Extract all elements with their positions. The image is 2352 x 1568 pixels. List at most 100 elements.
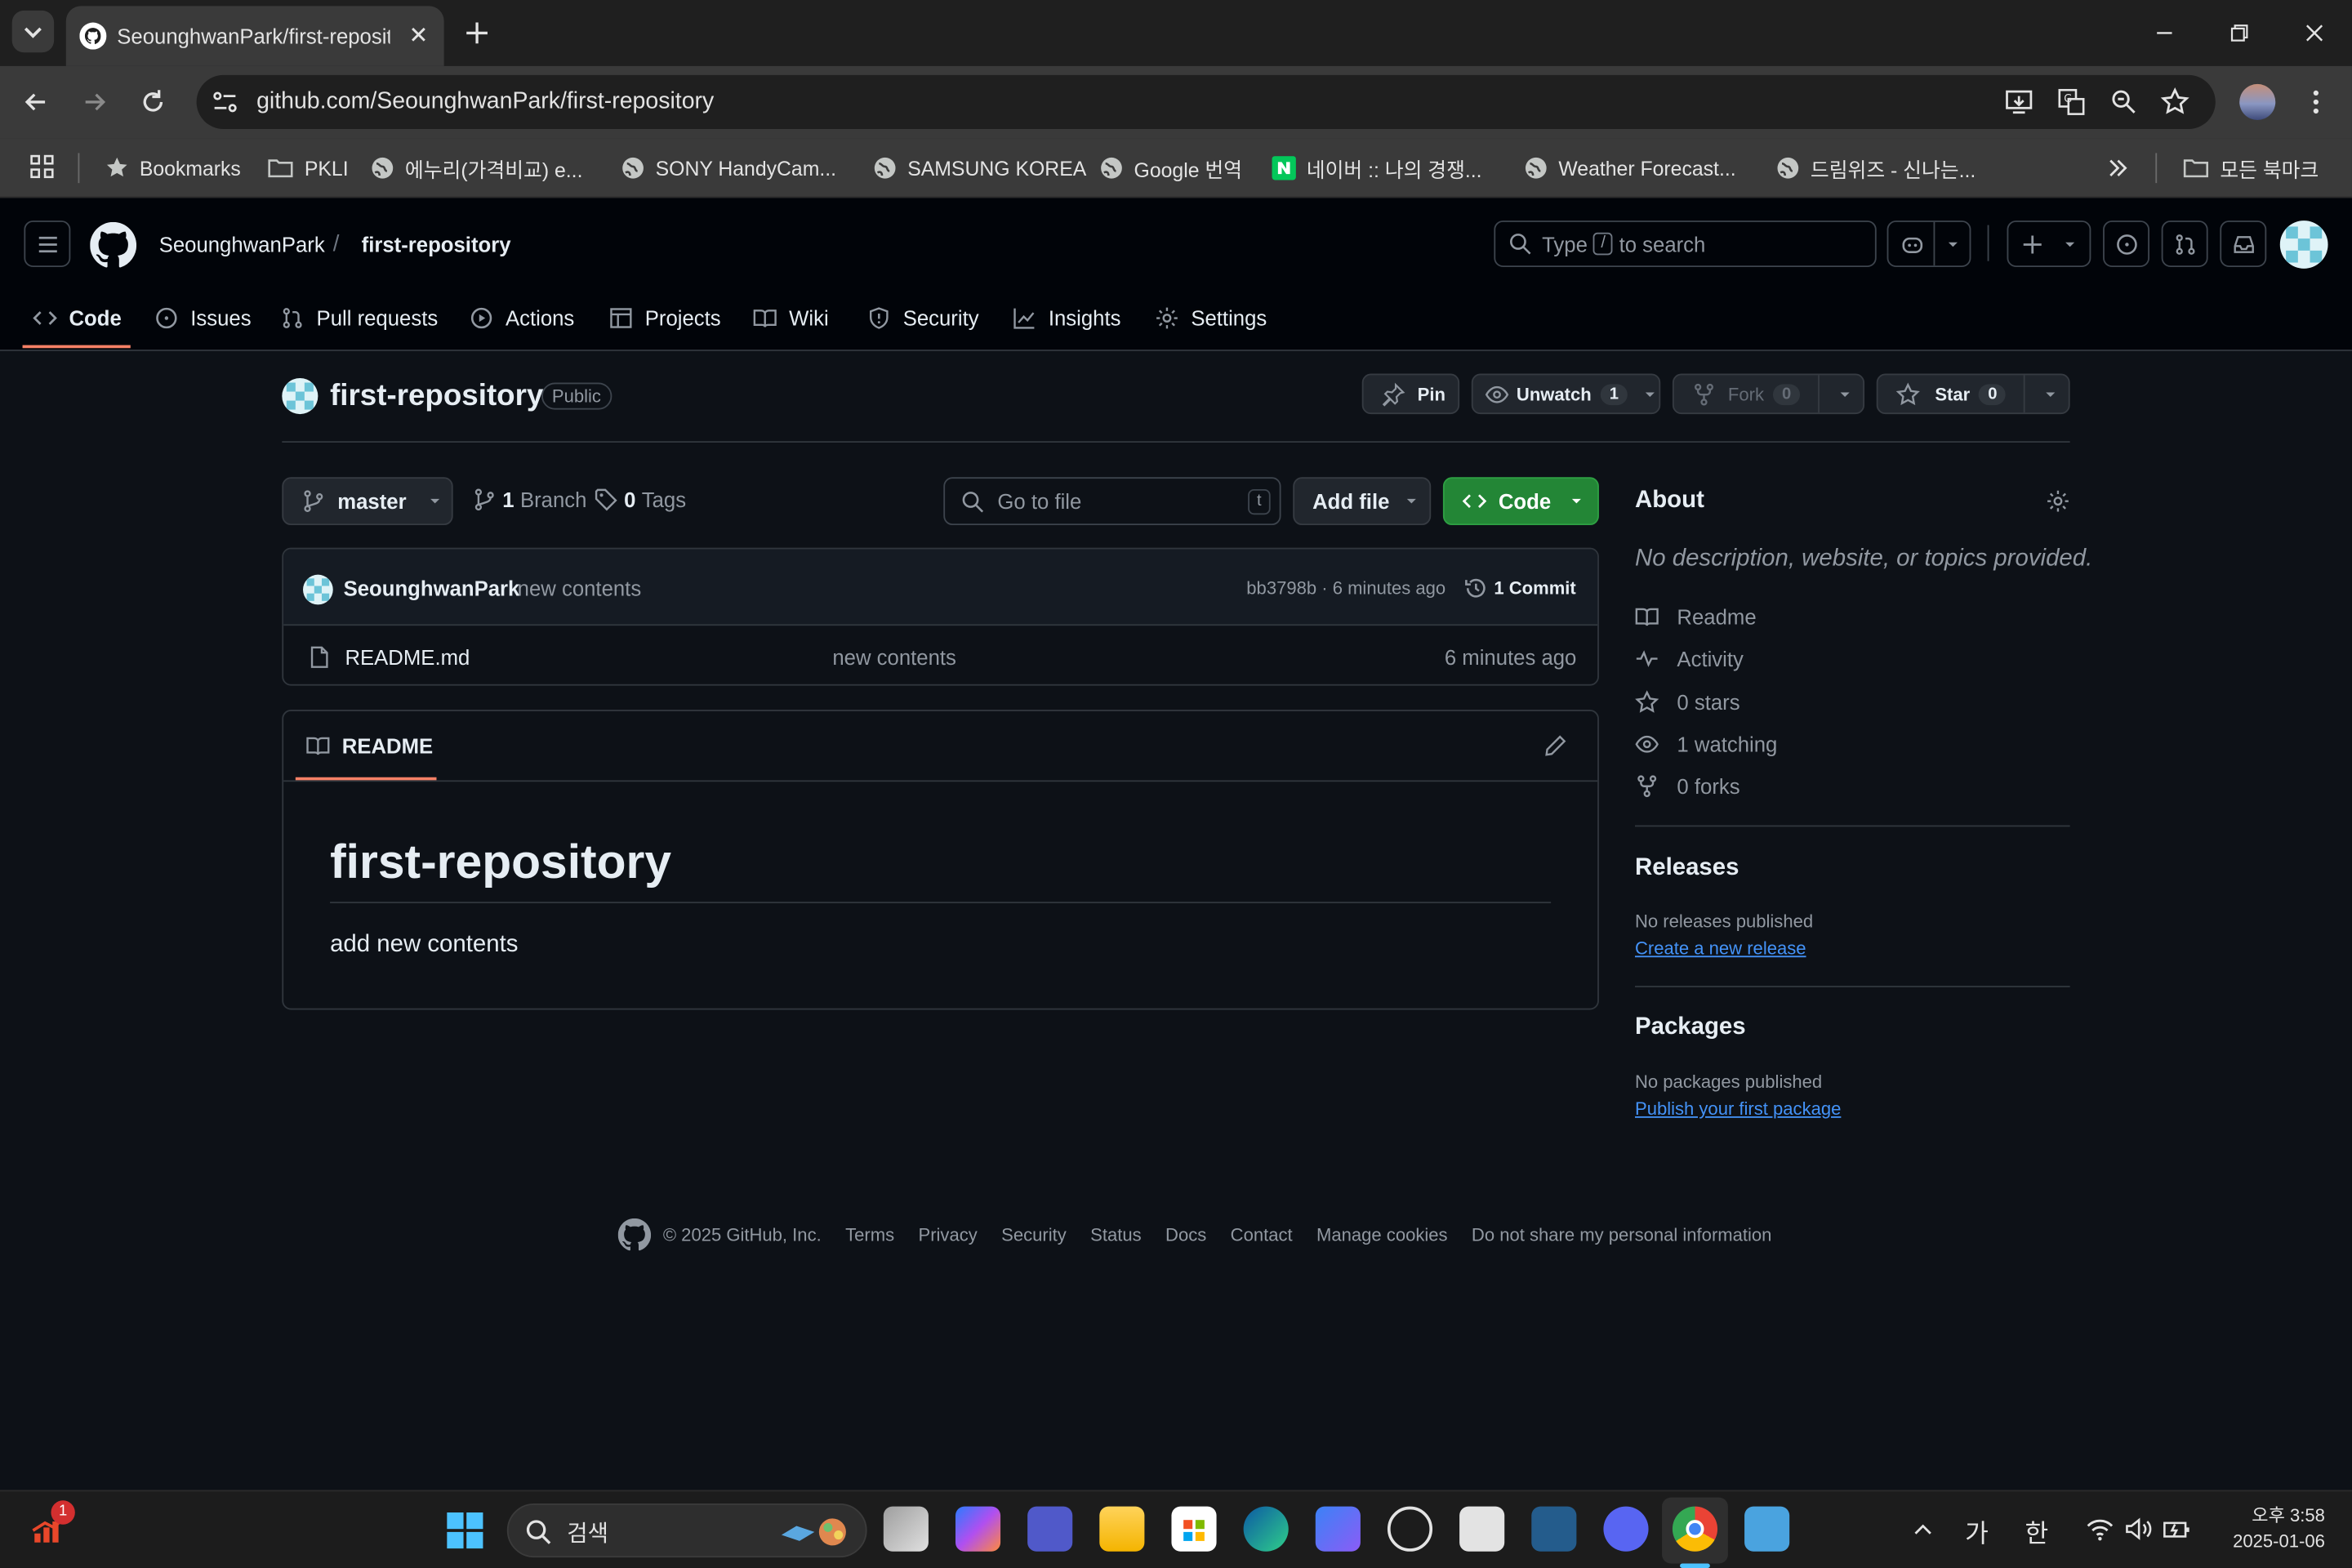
chatgpt-icon[interactable] [1387, 1506, 1433, 1552]
wifi-icon[interactable] [2085, 1516, 2115, 1543]
repo-owner-avatar[interactable] [282, 377, 318, 415]
clock[interactable]: 오후 3:58 2025-01-06 [2217, 1503, 2325, 1554]
footer-link-terms[interactable]: Terms [845, 1224, 894, 1245]
footer-link-privacy[interactable]: Privacy [918, 1224, 977, 1245]
pencil-icon[interactable] [1544, 733, 1567, 757]
bookmark-item[interactable]: Bookmarks [105, 150, 241, 186]
bookmark-item[interactable]: Weather Forecast... [1524, 150, 1736, 186]
file-name[interactable]: README.md [345, 645, 470, 669]
widgets-button[interactable]: 1 [30, 1500, 75, 1545]
teams-icon[interactable] [1027, 1506, 1073, 1552]
chrome-icon[interactable] [1672, 1506, 1718, 1552]
branches-link[interactable]: 1 Branch [473, 488, 586, 512]
ime-mode-1[interactable]: 가 [1965, 1512, 1989, 1550]
footer-link-docs[interactable]: Docs [1165, 1224, 1206, 1245]
github-logo-icon[interactable] [90, 221, 137, 269]
tab-settings[interactable]: Settings [1155, 291, 1267, 345]
bookmark-item[interactable]: 에누리(가격비교) e... [371, 150, 582, 186]
unwatch-button[interactable]: Unwatch 1 [1471, 373, 1661, 415]
publish-package-link[interactable]: Publish your first package [1635, 1098, 1841, 1120]
issues-button[interactable] [2103, 220, 2149, 268]
table-row[interactable]: README.md new contents 6 minutes ago [283, 626, 1597, 684]
tab-wiki[interactable]: Wiki [753, 291, 829, 345]
footer-link-manage-cookies[interactable]: Manage cookies [1316, 1224, 1448, 1245]
volume-icon[interactable] [2124, 1516, 2154, 1543]
database-tool-icon[interactable] [1531, 1506, 1577, 1552]
sidebar-readme-link[interactable]: Readme [1635, 604, 1757, 629]
windows-start-icon[interactable] [445, 1511, 484, 1550]
go-to-file-input[interactable]: Go to file t [943, 477, 1281, 526]
releases-title[interactable]: Releases [1635, 855, 1739, 882]
tab-insights[interactable]: Insights [1013, 291, 1120, 345]
footer-link-status[interactable]: Status [1090, 1224, 1142, 1245]
readme-tab[interactable]: README [306, 733, 433, 758]
create-new-button[interactable] [2007, 220, 2091, 268]
commit-author-avatar[interactable] [303, 574, 333, 605]
menu-dots-icon[interactable] [2304, 87, 2328, 118]
profile-avatar[interactable] [2239, 83, 2276, 120]
packages-title[interactable]: Packages [1635, 1014, 1746, 1041]
chevron-up-icon[interactable] [1911, 1518, 1935, 1542]
bookmark-item[interactable]: PKLI [267, 150, 349, 186]
install-app-icon[interactable] [2004, 87, 2034, 118]
tags-link[interactable]: 0 Tags [594, 488, 686, 512]
tab-code[interactable]: Code [33, 291, 122, 345]
ime-mode-2[interactable]: 한 [2025, 1512, 2049, 1550]
pin-button[interactable]: Pin [1361, 373, 1460, 415]
notepad-icon[interactable] [1744, 1506, 1790, 1552]
address-bar[interactable]: github.com/SeounghwanPark/first-reposito… [196, 74, 2216, 130]
hamburger-menu-button[interactable] [24, 220, 71, 268]
star-button[interactable]: Star 0 [1876, 373, 2070, 415]
edge-icon[interactable] [1243, 1506, 1289, 1552]
window-close-icon[interactable] [2304, 23, 2325, 44]
sidebar-activity-link[interactable]: Activity [1635, 647, 1744, 670]
file-explorer-icon[interactable] [1099, 1506, 1145, 1552]
bookmark-star-icon[interactable] [2160, 87, 2190, 118]
close-icon[interactable] [408, 24, 430, 45]
taskbar-search-input[interactable]: 검색 [506, 1503, 867, 1558]
minimize-icon[interactable] [2154, 23, 2176, 44]
bookmark-item[interactable]: 드림위즈 - 신나는... [1776, 150, 1976, 186]
task-view-icon[interactable] [883, 1506, 929, 1552]
apps-grid-icon[interactable] [29, 153, 56, 180]
file-commit-message[interactable]: new contents [832, 645, 956, 669]
all-bookmarks[interactable]: 모든 북마크 [2182, 150, 2319, 186]
fork-button[interactable]: Fork 0 [1672, 373, 1865, 415]
copilot-icon[interactable] [955, 1506, 1001, 1552]
bing-icon[interactable] [1315, 1506, 1361, 1552]
breadcrumb-repo[interactable]: first-repository [362, 233, 511, 256]
tab-actions[interactable]: Actions [470, 291, 574, 345]
tab-projects[interactable]: Projects [609, 291, 721, 345]
commit-message[interactable]: new contents [518, 577, 642, 600]
copilot-button[interactable] [1886, 220, 1971, 268]
add-file-button[interactable]: Add file [1293, 477, 1432, 526]
tab-search-button[interactable] [11, 10, 55, 53]
site-info-icon[interactable] [212, 90, 238, 114]
new-tab-icon[interactable] [464, 20, 491, 47]
footer-link-contact[interactable]: Contact [1231, 1224, 1293, 1245]
reload-icon[interactable] [138, 87, 168, 118]
commit-hash-time[interactable]: bb3798b · 6 minutes ago [1246, 577, 1446, 599]
tab-pull-requests[interactable]: Pull requests [280, 291, 438, 345]
github-logo-icon[interactable] [617, 1218, 652, 1251]
discord-icon[interactable] [1603, 1506, 1649, 1552]
restore-icon[interactable] [2229, 23, 2250, 44]
bookmark-item[interactable]: 네이버 :: 나의 경쟁... [1272, 150, 1482, 186]
zoom-icon[interactable] [2109, 87, 2139, 118]
tab-issues[interactable]: Issues [154, 291, 252, 345]
footer-link-security[interactable]: Security [1001, 1224, 1067, 1245]
chevron-double-right-icon[interactable] [2105, 156, 2132, 180]
commits-link[interactable]: 1 Commit [1464, 577, 1576, 600]
pull-requests-button[interactable] [2161, 220, 2208, 268]
user-avatar[interactable] [2279, 220, 2328, 269]
inbox-button[interactable] [2220, 220, 2267, 268]
microsoft-store-icon[interactable] [1171, 1506, 1217, 1552]
sidebar-stars-link[interactable]: 0 stars [1635, 690, 1740, 715]
search-input[interactable]: Type / to search [1494, 220, 1877, 268]
branch-select-button[interactable]: master [282, 477, 453, 526]
forward-icon[interactable] [79, 87, 109, 118]
create-release-link[interactable]: Create a new release [1635, 938, 1806, 959]
active-tab[interactable]: SeounghwanPark/first-repository [65, 6, 444, 66]
snipping-tool-icon[interactable] [1459, 1506, 1505, 1552]
sidebar-forks-link[interactable]: 0 forks [1635, 774, 1740, 798]
